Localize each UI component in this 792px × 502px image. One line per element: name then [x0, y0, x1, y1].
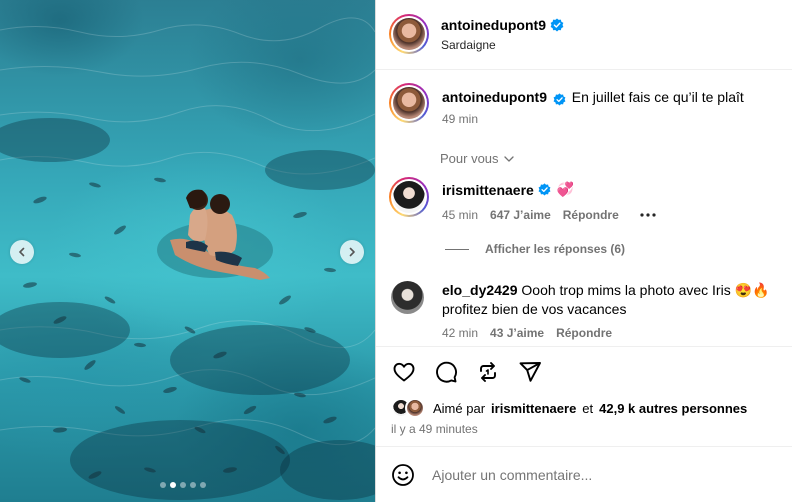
replies-line: [445, 248, 469, 250]
chevron-left-icon: [19, 247, 25, 257]
likes-others[interactable]: 42,9 k autres personnes: [599, 401, 747, 416]
verified-badge-icon: [553, 93, 566, 106]
chevron-right-icon: [349, 247, 355, 257]
verified-badge-icon: [550, 18, 564, 32]
post-author[interactable]: antoinedupont9: [441, 17, 564, 33]
comment-item: irismittenaere 💞: [442, 181, 574, 198]
chevron-down-icon: [503, 155, 514, 162]
view-replies-label: Afficher les réponses (6): [485, 242, 626, 256]
more-icon: [640, 213, 656, 217]
reply-button[interactable]: Répondre: [563, 208, 619, 222]
comment-likes[interactable]: 43 J’aime: [490, 326, 544, 340]
swimmers: [157, 189, 273, 280]
comment-meta: 45 min 647 J’aime Répondre: [442, 208, 657, 222]
likes-user[interactable]: irismittenaere: [491, 401, 576, 416]
comment-username[interactable]: elo_dy2429: [442, 282, 518, 298]
comment-text: 💞: [556, 181, 575, 197]
header-divider: [376, 69, 792, 70]
actions-divider: [376, 346, 792, 347]
send-button[interactable]: [517, 359, 543, 385]
more-options-button[interactable]: [639, 212, 657, 218]
carousel-dot: [170, 482, 176, 488]
likes-summary: Aimé par irismittenaere et 42,9 k autres…: [391, 398, 747, 418]
carousel-dot: [200, 482, 206, 488]
caption-text: En juillet fais ce qu’il te plaît: [571, 89, 744, 105]
carousel-dot: [190, 482, 196, 488]
emoji-icon: [392, 464, 414, 486]
comment-meta: 42 min 43 J’aime Répondre: [442, 326, 612, 340]
author-username[interactable]: antoinedupont9: [441, 17, 546, 33]
comment-avatar[interactable]: [389, 177, 429, 217]
caption-avatar[interactable]: [389, 83, 429, 123]
liker-avatars[interactable]: [391, 398, 427, 418]
comment-time[interactable]: 45 min: [442, 208, 478, 222]
post-photo[interactable]: [0, 0, 375, 502]
comment-icon: [436, 361, 457, 383]
panel-divider: [375, 0, 376, 502]
repost-icon: [480, 362, 496, 382]
like-button[interactable]: [391, 359, 417, 385]
author-avatar[interactable]: [389, 14, 429, 54]
likes-prefix: Aimé par: [433, 400, 486, 416]
send-icon: [519, 362, 541, 382]
comments-filter-label: Pour vous: [440, 151, 499, 166]
verified-badge-icon: [538, 183, 551, 196]
heart-icon: [393, 362, 415, 382]
carousel-indicator: [160, 482, 206, 488]
caption-time[interactable]: 49 min: [442, 112, 478, 126]
emoji-button[interactable]: [391, 463, 415, 487]
reply-button[interactable]: Répondre: [556, 326, 612, 340]
comment-input[interactable]: [432, 467, 752, 483]
comment-box: [391, 463, 752, 487]
comment-item: elo_dy2429 Oooh trop mims la photo avec …: [442, 281, 787, 319]
repost-button[interactable]: [475, 359, 501, 385]
carousel-next-button[interactable]: [340, 240, 364, 264]
comment-username[interactable]: irismittenaere: [442, 182, 534, 198]
post-caption: antoinedupont9 En juillet fais ce qu’il …: [442, 88, 782, 106]
comments-filter-dropdown[interactable]: Pour vous: [440, 151, 515, 166]
comment-avatar[interactable]: [391, 281, 424, 314]
comment-box-divider: [376, 446, 792, 447]
carousel-dot: [160, 482, 166, 488]
caption-meta: 49 min: [442, 112, 478, 126]
view-replies-button[interactable]: Afficher les réponses (6): [445, 242, 625, 256]
caption-username[interactable]: antoinedupont9: [442, 89, 547, 105]
likes-middle: et: [582, 400, 594, 416]
carousel-dot: [180, 482, 186, 488]
comment-button[interactable]: [433, 359, 459, 385]
comment-time[interactable]: 42 min: [442, 326, 478, 340]
carousel-prev-button[interactable]: [10, 240, 34, 264]
post-location[interactable]: Sardaigne: [441, 38, 496, 52]
post-timestamp[interactable]: il y a 49 minutes: [391, 422, 478, 436]
post-actions: [391, 359, 543, 385]
comment-likes[interactable]: 647 J’aime: [490, 208, 551, 222]
liker-avatar: [405, 398, 425, 418]
